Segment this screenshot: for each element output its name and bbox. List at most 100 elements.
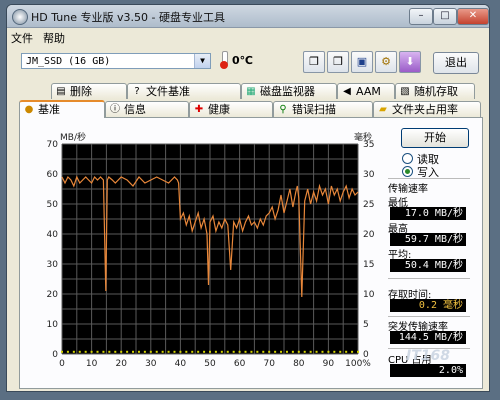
access-time-point	[149, 350, 152, 353]
access-time-point	[185, 350, 188, 353]
settings-icon: ⚙	[381, 55, 391, 68]
copy-screenshot-button[interactable]: ❒	[327, 51, 349, 73]
copy-text-button[interactable]: ❐	[303, 51, 325, 73]
trash-icon: ▤	[56, 86, 66, 97]
access-time-point	[66, 350, 69, 353]
x-tick-label: 80	[293, 359, 305, 369]
access-time-point	[161, 350, 164, 353]
menu-help[interactable]: 帮助	[43, 30, 65, 46]
access-time-point	[102, 350, 105, 353]
access-time-point	[256, 350, 259, 353]
y-left-tick-label: 30	[47, 260, 59, 270]
settings-button[interactable]: ⚙	[375, 51, 397, 73]
tab-erase[interactable]: ▤ 删除	[51, 83, 127, 99]
min-value: 17.0 MB/秒	[390, 207, 466, 220]
access-time-point	[137, 350, 140, 353]
write-radio-dot	[402, 166, 413, 177]
x-tick-label: 10	[86, 359, 98, 369]
tab-folder-usage[interactable]: ▰ 文件夹占用率	[373, 101, 481, 117]
x-tick-label: 30	[145, 359, 157, 369]
y-right-tick-label: 15	[363, 260, 374, 270]
transfer-rate-chart: 010203040506070051015202530350 10 20 30 40 50…	[47, 131, 375, 369]
temperature-readout: 0℃	[232, 54, 253, 67]
start-button[interactable]: 开始	[401, 128, 469, 148]
access-time-point	[90, 350, 93, 353]
tab-benchmark[interactable]: ● 基准	[19, 100, 105, 118]
access-time-point	[108, 350, 111, 353]
y-left-tick-label: 40	[47, 230, 59, 240]
access-time-point	[274, 350, 277, 353]
close-button[interactable]: ✕	[457, 8, 489, 25]
access-time-point	[126, 350, 129, 353]
access-time-point	[309, 350, 312, 353]
y-left-tick-label: 50	[47, 200, 59, 210]
tab-info[interactable]: ⓘ 信息	[105, 101, 189, 117]
watermark-logo: IT168	[406, 348, 450, 364]
access-time-point	[220, 350, 223, 353]
x-tick-label: 50	[204, 359, 216, 369]
tab-error-scan[interactable]: ⚲ 错误扫描	[273, 101, 373, 117]
x-tick-label: 90	[323, 359, 335, 369]
save-button[interactable]: ▣	[351, 51, 373, 73]
access-time-point	[203, 350, 206, 353]
tab-aam[interactable]: ◀ AAM	[337, 83, 395, 99]
drive-select-value: JM_SSD (16 GB)	[26, 56, 111, 67]
access-time-point	[143, 350, 146, 353]
access-time-point	[78, 350, 81, 353]
x-tick-label: 100%	[345, 359, 371, 369]
avg-value: 50.4 MB/秒	[390, 259, 466, 272]
divider	[388, 316, 470, 317]
access-time-point	[132, 350, 135, 353]
access-time-point	[297, 350, 300, 353]
download-icon: ⬇	[405, 55, 415, 68]
window-title: HD Tune 专业版 v3.50 - 硬盘专业工具	[31, 11, 225, 24]
access-time-point	[238, 350, 241, 353]
access-time-point	[321, 350, 324, 353]
access-time-point	[155, 350, 158, 353]
copy-screenshot-icon: ❒	[333, 55, 343, 68]
exit-button[interactable]: 退出	[433, 52, 479, 74]
menu-file[interactable]: 文件	[11, 30, 33, 46]
toolbar: JM_SSD (16 GB) ▼ 0℃ ❐ ❒ ▣ ⚙ ⬇ 退出	[7, 47, 489, 77]
max-value: 59.7 MB/秒	[390, 233, 466, 246]
maximize-button[interactable]: □	[433, 8, 457, 25]
x-tick-label: 20	[115, 359, 127, 369]
menu-bar: 文件 帮助	[7, 28, 489, 45]
access-time-point	[167, 350, 170, 353]
title-bar[interactable]: HD Tune 专业版 v3.50 - 硬盘专业工具 – □ ✕	[7, 5, 489, 28]
tab-disk-monitor[interactable]: ▦ 磁盘监视器	[241, 83, 337, 99]
access-time-point	[250, 350, 253, 353]
drive-select[interactable]: JM_SSD (16 GB) ▼	[21, 53, 211, 69]
access-time-point	[179, 350, 182, 353]
chevron-down-icon[interactable]: ▼	[194, 54, 210, 68]
y-left-tick-label: 20	[47, 290, 59, 300]
disk-monitor-icon: ▦	[246, 86, 256, 97]
folder-icon: ▰	[379, 104, 387, 115]
benchmark-icon: ●	[24, 104, 34, 115]
tab-random-access[interactable]: ▧ 随机存取	[395, 83, 475, 99]
access-time-point	[232, 350, 235, 353]
access-time-point	[285, 350, 288, 353]
access-time-point	[291, 350, 294, 353]
app-icon	[12, 9, 28, 25]
minimize-button[interactable]: –	[409, 8, 433, 25]
access-time-point	[351, 350, 354, 353]
access-time-value: 0.2 毫秒	[390, 299, 466, 312]
access-time-point	[357, 350, 359, 353]
tab-health[interactable]: ✚ 健康	[189, 101, 273, 117]
access-time-point	[345, 350, 348, 353]
download-button[interactable]: ⬇	[399, 51, 421, 73]
health-cross-icon: ✚	[194, 104, 204, 115]
save-icon: ▣	[356, 55, 368, 68]
tab-file-benchmark[interactable]: ? 文件基准	[127, 83, 241, 99]
y-left-tick-label: 10	[47, 320, 59, 330]
access-time-point	[214, 350, 217, 353]
read-radio-dot	[402, 153, 413, 164]
x-tick-label: 60	[234, 359, 246, 369]
x-tick-label: 70	[263, 359, 275, 369]
y-right-tick-label: 5	[363, 320, 369, 330]
access-time-point	[191, 350, 194, 353]
access-time-point	[72, 350, 75, 353]
access-time-point	[120, 350, 123, 353]
speaker-icon: ◀	[343, 86, 351, 97]
